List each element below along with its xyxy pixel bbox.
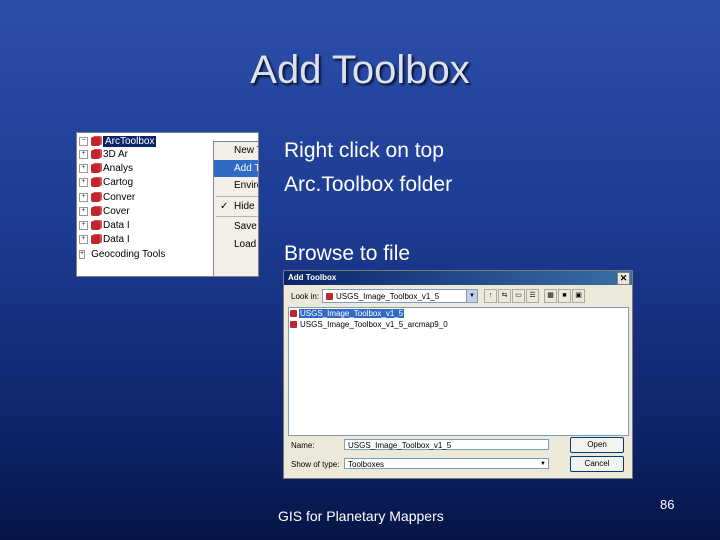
- toolbox-icon: [290, 310, 297, 317]
- catalog-icon[interactable]: ▣: [572, 289, 585, 303]
- context-menu: New Toolbox Add Toolbox... Environments.…: [213, 141, 259, 276]
- menu-item-load-settings[interactable]: Load Settings▶: [214, 236, 258, 254]
- tree-item-label: Data I: [103, 220, 130, 232]
- toolbox-icon: [290, 321, 297, 328]
- expand-icon[interactable]: +: [79, 221, 88, 231]
- tree-item-label: Data I: [103, 234, 130, 246]
- file-item[interactable]: USGS_Image_Toolbox_v1_5_arcmap9_0: [289, 319, 628, 330]
- file-list[interactable]: USGS_Image_Toolbox_v1_5 USGS_Image_Toolb…: [288, 307, 629, 436]
- up-folder-icon[interactable]: ↑: [484, 289, 497, 303]
- show-type-label: Show of type:: [291, 460, 340, 469]
- show-type-dropdown[interactable]: Toolboxes ▼: [344, 458, 549, 469]
- toolbox-icon: [91, 178, 100, 188]
- tree-item-label: Cover: [103, 205, 130, 217]
- tree-item[interactable]: + Data I: [79, 218, 149, 232]
- toolbox-icon: [326, 292, 333, 300]
- look-in-value: USGS_Image_Toolbox_v1_5: [336, 291, 440, 301]
- toolbox-icon: [91, 235, 100, 245]
- expand-icon[interactable]: +: [79, 178, 88, 188]
- expand-icon[interactable]: +: [79, 249, 86, 259]
- expand-icon[interactable]: +: [79, 235, 88, 245]
- close-icon[interactable]: ✕: [617, 272, 630, 285]
- file-name: USGS_Image_Toolbox_v1_5_arcmap9_0: [300, 320, 448, 329]
- tree-item[interactable]: + Data I: [79, 233, 149, 247]
- tree-item[interactable]: + Analys: [79, 161, 149, 175]
- slide-title: Add Toolbox: [250, 48, 470, 92]
- page-number: 86: [660, 497, 675, 512]
- expand-icon[interactable]: +: [79, 206, 88, 216]
- tree-item[interactable]: + Geocoding Tools: [79, 247, 165, 261]
- tree-item[interactable]: + Conver: [79, 190, 149, 204]
- expand-icon[interactable]: +: [79, 149, 88, 159]
- new-folder-icon[interactable]: ▭: [512, 289, 525, 303]
- toolbox-icon: [91, 221, 100, 231]
- tree-item-label: Conver: [103, 191, 136, 203]
- chevron-down-icon[interactable]: ▼: [540, 459, 546, 470]
- context-menu-screenshot: − ArcToolbox +3D Ar + Analys + Cartog + Con…: [76, 132, 259, 277]
- file-name: USGS_Image_Toolbox_v1_5: [299, 309, 405, 318]
- tree-item-label: Analys: [103, 162, 134, 174]
- dialog-titlebar: Add Toolbox ✕: [284, 271, 632, 285]
- bullet-line-2: Arc.Toolbox folder: [284, 173, 453, 196]
- menu-item-label: New Toolbox: [234, 145, 258, 156]
- look-in-label: Look in:: [291, 292, 320, 301]
- tree-item[interactable]: + Cover: [79, 204, 149, 218]
- open-button[interactable]: Open: [570, 437, 624, 453]
- menu-item-label: Hide Locked Tools: [234, 200, 258, 212]
- menu-item-label: Add Toolbox...: [234, 162, 259, 174]
- menu-item-environments[interactable]: Environments...: [214, 177, 258, 195]
- details-view-icon[interactable]: ☰: [526, 289, 539, 303]
- menu-item-add-toolbox[interactable]: Add Toolbox...: [214, 159, 259, 177]
- name-field[interactable]: USGS_Image_Toolbox_v1_5: [344, 439, 549, 450]
- menu-item-label: Save Settings: [234, 221, 258, 232]
- tree-item-label: 3D Ar: [103, 148, 129, 160]
- toolbox-icon: [91, 192, 100, 202]
- footer-text: GIS for Planetary Mappers: [278, 508, 444, 524]
- bullet-right-click: Right click on top Arc.Toolbox folder: [284, 134, 452, 202]
- collapse-icon[interactable]: −: [79, 136, 88, 146]
- tree-root[interactable]: − ArcToolbox: [79, 134, 157, 148]
- menu-item-label: Environments...: [234, 180, 258, 191]
- bullet-browse: Browse to file: [284, 242, 411, 265]
- name-label: Name:: [291, 441, 315, 450]
- list-view-icon[interactable]: ▦: [544, 289, 557, 303]
- toolbox-icon: [91, 206, 100, 216]
- tree-item-label: Geocoding Tools: [91, 248, 166, 260]
- dialog-title: Add Toolbox: [288, 273, 337, 282]
- tree-item[interactable]: + Cartog: [79, 176, 149, 190]
- toolbox-tree: +3D Ar + Analys + Cartog + Conver + Cover + D…: [79, 147, 165, 261]
- tree-item[interactable]: +3D Ar: [79, 147, 149, 161]
- cancel-button[interactable]: Cancel: [570, 456, 624, 472]
- chevron-down-icon[interactable]: ▼: [466, 290, 477, 302]
- add-toolbox-dialog: Add Toolbox ✕ Look in: USGS_Image_Toolbo…: [283, 270, 633, 479]
- thumbnail-view-icon[interactable]: ■: [558, 289, 571, 303]
- connect-folder-icon[interactable]: ⇆: [498, 289, 511, 303]
- toolbox-icon: [91, 149, 100, 159]
- expand-icon[interactable]: +: [79, 192, 88, 202]
- toolbox-icon: [91, 163, 100, 173]
- look-in-dropdown[interactable]: USGS_Image_Toolbox_v1_5 ▼: [322, 289, 478, 303]
- menu-item-new-toolbox[interactable]: New Toolbox: [214, 142, 258, 160]
- menu-item-hide-locked-tools[interactable]: ✓ Hide Locked Tools: [214, 198, 258, 216]
- tree-root-label: ArcToolbox: [103, 135, 157, 147]
- menu-item-save-settings[interactable]: Save Settings▶: [214, 218, 258, 236]
- tree-item-label: Cartog: [103, 177, 134, 189]
- show-type-value: Toolboxes: [348, 460, 385, 469]
- menu-separator: [216, 195, 258, 197]
- toolbox-icon: [91, 136, 100, 146]
- menu-separator: [216, 216, 258, 217]
- expand-icon[interactable]: +: [79, 163, 88, 173]
- file-item[interactable]: USGS_Image_Toolbox_v1_5: [289, 308, 628, 319]
- menu-item-label: Load Settings: [234, 238, 258, 250]
- bullet-line-1: Right click on top: [284, 139, 444, 162]
- check-icon: ✓: [220, 200, 229, 212]
